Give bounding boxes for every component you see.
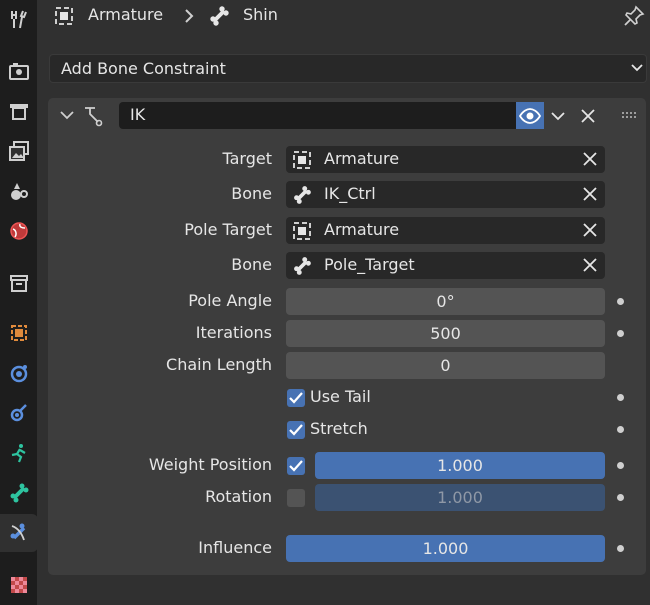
add-bone-constraint-label: Add Bone Constraint (61, 59, 226, 78)
clear-icon[interactable] (582, 151, 598, 167)
use-tail-checkbox[interactable] (287, 389, 305, 407)
breadcrumb-bone: Shin (243, 5, 278, 24)
checkmark-icon (289, 460, 303, 472)
bone-label: Bone (231, 184, 272, 203)
keyframe-dot-icon[interactable] (617, 394, 624, 401)
armature-object-icon (293, 151, 311, 169)
bone-value: IK_Ctrl (324, 184, 376, 203)
keyframe-dot-icon[interactable] (617, 426, 624, 433)
breadcrumb-separator-icon (185, 9, 194, 23)
weight-position-checkbox[interactable] (287, 457, 305, 475)
constraint-name: IK (130, 105, 146, 124)
weight-position-label: Weight Position (148, 455, 272, 474)
iterations-field[interactable]: 500 (286, 320, 605, 347)
armature-object-icon (293, 222, 311, 240)
chevron-down-icon[interactable] (550, 110, 566, 122)
stretch-checkbox[interactable] (287, 421, 305, 439)
render-icon[interactable] (0, 52, 37, 90)
bone-icon (210, 6, 229, 26)
rotation-slider[interactable]: 1.000 (315, 484, 605, 511)
checkmark-icon (289, 424, 303, 436)
object-icon[interactable] (0, 314, 37, 352)
checkmark-icon (289, 392, 303, 404)
pole-target-label: Pole Target (184, 220, 272, 239)
toggle-visibility-button[interactable] (516, 102, 544, 129)
iterations-label: Iterations (195, 323, 272, 342)
texture-icon[interactable] (0, 566, 37, 604)
influence-slider[interactable]: 1.000 (286, 535, 605, 562)
armature-object-icon (55, 7, 73, 25)
particles-icon[interactable] (0, 394, 37, 432)
bone-icon (294, 186, 311, 204)
use-tail-label: Use Tail (310, 387, 371, 406)
tool-icon[interactable] (0, 0, 37, 38)
pole-bone-label: Bone (231, 255, 272, 274)
keyframe-dot-icon[interactable] (617, 462, 624, 469)
add-bone-constraint-dropdown[interactable]: Add Bone Constraint (49, 54, 647, 83)
keyframe-dot-icon[interactable] (617, 298, 624, 305)
eye-icon (519, 107, 541, 124)
target-value: Armature (324, 149, 400, 168)
clear-icon[interactable] (582, 222, 598, 238)
ik-constraint-icon (85, 107, 103, 127)
world-icon[interactable] (0, 212, 37, 250)
view-layer-icon[interactable] (0, 132, 37, 170)
weight-position-slider[interactable]: 1.000 (315, 452, 605, 479)
breadcrumb: Armature Shin (37, 0, 650, 32)
clear-icon[interactable] (582, 257, 598, 273)
drag-handle-icon[interactable] (621, 111, 637, 119)
properties-tab-bar (0, 0, 38, 605)
target-field[interactable]: Armature (286, 146, 605, 173)
chevron-down-icon (631, 64, 643, 72)
pole-bone-field[interactable]: Pole_Target (286, 252, 605, 279)
modifier-icon[interactable] (0, 354, 37, 392)
keyframe-dot-icon[interactable] (617, 545, 624, 552)
close-icon[interactable] (580, 108, 596, 124)
constraint-name-field[interactable]: IK (119, 102, 516, 129)
scene-icon[interactable] (0, 172, 37, 210)
chain-length-label: Chain Length (166, 355, 272, 374)
bone-constraint-icon[interactable] (0, 514, 38, 552)
pole-bone-value: Pole_Target (324, 255, 415, 274)
target-label: Target (222, 149, 273, 168)
stretch-label: Stretch (310, 419, 368, 438)
pole-angle-label: Pole Angle (188, 291, 272, 310)
pin-icon[interactable] (623, 5, 645, 27)
output-icon[interactable] (0, 92, 37, 130)
bone-icon[interactable] (0, 474, 37, 512)
physics-icon[interactable] (0, 434, 37, 472)
pole-target-field[interactable]: Armature (286, 217, 605, 244)
collection-icon[interactable] (0, 264, 37, 302)
keyframe-dot-icon[interactable] (617, 494, 624, 501)
rotation-label: Rotation (205, 487, 272, 506)
influence-label: Influence (198, 538, 272, 557)
chain-length-field[interactable]: 0 (286, 352, 605, 379)
pole-target-value: Armature (324, 220, 400, 239)
keyframe-dot-icon[interactable] (617, 330, 624, 337)
clear-icon[interactable] (582, 186, 598, 202)
bone-field[interactable]: IK_Ctrl (286, 181, 605, 208)
bone-icon (294, 257, 311, 275)
rotation-checkbox[interactable] (287, 489, 305, 507)
pole-angle-field[interactable]: 0° (286, 288, 605, 315)
collapse-chevron-icon[interactable] (59, 109, 75, 121)
breadcrumb-object: Armature (88, 5, 164, 24)
